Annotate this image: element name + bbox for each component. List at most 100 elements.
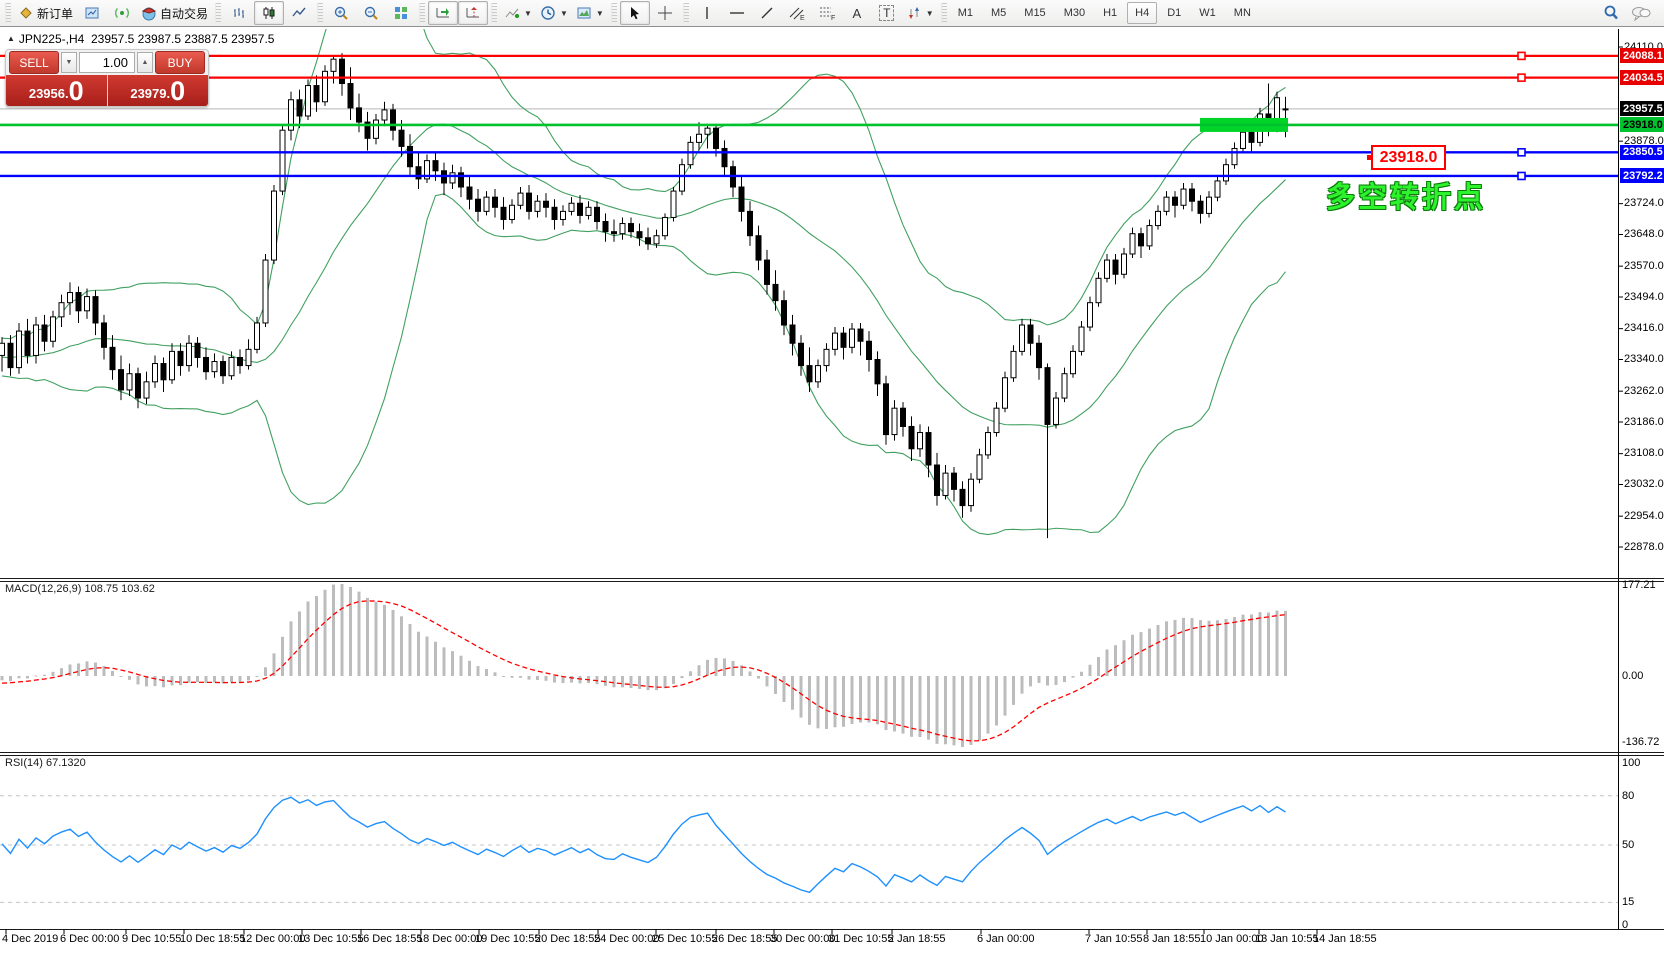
date-label: 25 Dec 10:55	[652, 933, 717, 945]
tab-timeframe-d1[interactable]: D1	[1159, 2, 1189, 24]
hline-handle-icon[interactable]	[1518, 172, 1525, 179]
horizontal-line-button[interactable]	[722, 1, 752, 25]
sell-button[interactable]: SELL	[9, 51, 59, 74]
market-watch-button[interactable]	[77, 1, 107, 25]
line-handle-icon[interactable]	[1367, 155, 1372, 160]
dropdown-arrow-icon: ▼	[524, 9, 532, 18]
price-axis-tick-label: 22878.0	[1624, 541, 1664, 554]
indicators-button[interactable]: ▼	[500, 1, 536, 25]
date-label: 26 Dec 18:55	[712, 933, 777, 945]
tab-timeframe-mn[interactable]: MN	[1226, 2, 1259, 24]
tab-timeframe-m1[interactable]: M1	[950, 2, 981, 24]
tab-timeframe-m5[interactable]: M5	[983, 2, 1014, 24]
price-axis-badge: 23918.0	[1620, 117, 1664, 132]
price-axis-badge: 23850.5	[1620, 145, 1664, 160]
svg-text:E: E	[800, 15, 805, 21]
periods-clock-icon	[540, 5, 556, 21]
tab-timeframe-h1[interactable]: H1	[1095, 2, 1125, 24]
toolbar-grip[interactable]	[419, 3, 425, 23]
price-axis-badge: 24088.1	[1620, 48, 1664, 63]
toolbar-grip[interactable]	[491, 3, 497, 23]
signals-button[interactable]	[107, 1, 137, 25]
text-label-icon: T	[879, 5, 894, 21]
rsi-axis-label: 15	[1622, 896, 1634, 908]
svg-text:F: F	[831, 15, 835, 21]
tab-timeframe-h4[interactable]: H4	[1127, 2, 1157, 24]
tab-timeframe-w1[interactable]: W1	[1191, 2, 1224, 24]
date-label: 24 Dec 00:00	[594, 933, 659, 945]
fibonacci-button[interactable]: F	[812, 1, 842, 25]
chart-shift-button[interactable]	[458, 1, 488, 25]
date-label: 12 Dec 00:00	[240, 933, 305, 945]
price-line-label: 23918.0	[1380, 149, 1438, 167]
toolbar-grip[interactable]	[611, 3, 617, 23]
macd-histogram	[1, 584, 1288, 747]
date-label: 16 Dec 18:55	[357, 933, 422, 945]
date-label: 13 Jan 10:55	[1255, 933, 1319, 945]
crosshair-icon	[657, 5, 673, 21]
volume-decrease-button[interactable]: ▼	[61, 52, 77, 73]
toolbar-grip[interactable]	[941, 3, 947, 23]
hline-handle-icon[interactable]	[1518, 74, 1525, 81]
periods-button[interactable]: ▼	[536, 1, 572, 25]
hline-handle-icon[interactable]	[1518, 52, 1525, 59]
tile-windows-button[interactable]	[386, 1, 416, 25]
buy-button[interactable]: BUY	[155, 51, 205, 74]
rsi-axis-label: 100	[1622, 757, 1640, 769]
chart-window: ▲JPN225-,H4 23957.5 23987.5 23887.5 2395…	[0, 28, 1664, 953]
rsi-indicator-label: RSI(14) 67.1320	[5, 757, 86, 769]
toolbar-grip[interactable]	[5, 3, 11, 23]
dropdown-arrow-icon: ▼	[560, 9, 568, 18]
buy-price[interactable]: 23979.0	[108, 75, 209, 106]
one-click-trading-panel: SELL ▼ 1.00 ▲ BUY 23956.0 23979.0	[5, 49, 209, 107]
date-label: 10 Dec 18:55	[180, 933, 245, 945]
zoom-out-button[interactable]	[356, 1, 386, 25]
tile-windows-icon	[393, 5, 409, 21]
candlestick-chart-icon	[261, 5, 277, 21]
tab-timeframe-m30[interactable]: M30	[1056, 2, 1093, 24]
sell-price[interactable]: 23956.0	[6, 75, 108, 106]
search-icon	[1602, 4, 1620, 22]
volume-increase-button[interactable]: ▲	[137, 52, 153, 73]
candlestick-chart-button[interactable]	[254, 1, 284, 25]
date-label: 8 Jan 18:55	[1143, 933, 1201, 945]
search-button[interactable]	[1596, 1, 1626, 25]
price-axis-tick-label: 23416.0	[1624, 322, 1664, 335]
trendline-button[interactable]	[752, 1, 782, 25]
arrows-button[interactable]: ▼	[902, 1, 938, 25]
macd-pane[interactable]	[1, 584, 1288, 747]
rsi-axis-label: 0	[1622, 919, 1628, 931]
dropdown-arrow-icon: ▼	[926, 9, 934, 18]
cursor-button[interactable]	[620, 1, 650, 25]
toolbar-grip[interactable]	[215, 3, 221, 23]
main-pane[interactable]	[0, 28, 1618, 538]
price-axis-badge: 24034.5	[1620, 70, 1664, 85]
hline-handle-icon[interactable]	[1518, 149, 1525, 156]
price-axis-tick-label: 22954.0	[1624, 510, 1664, 523]
bar-chart-button[interactable]	[224, 1, 254, 25]
annotation-text[interactable]: 多空转折点	[1326, 174, 1486, 216]
price-axis-tick-label: 23108.0	[1624, 447, 1664, 460]
autotrading-label: 自动交易	[160, 5, 208, 22]
buy-price-main: 23979	[130, 84, 166, 104]
zoom-in-button[interactable]	[326, 1, 356, 25]
volume-input[interactable]: 1.00	[79, 52, 135, 73]
auto-scroll-button[interactable]	[428, 1, 458, 25]
chat-button[interactable]	[1626, 1, 1656, 25]
equidistant-channel-button[interactable]: E	[782, 1, 812, 25]
panel-collapse-icon[interactable]: ▲	[7, 34, 15, 43]
line-chart-button[interactable]	[284, 1, 314, 25]
vertical-line-icon	[700, 5, 714, 21]
tab-timeframe-m15[interactable]: M15	[1016, 2, 1053, 24]
rsi-pane[interactable]	[0, 796, 1618, 903]
text-button[interactable]: A	[842, 1, 872, 25]
vertical-line-button[interactable]	[692, 1, 722, 25]
text-label-button[interactable]: T	[872, 1, 902, 25]
toolbar-grip[interactable]	[317, 3, 323, 23]
templates-button[interactable]: ▼	[572, 1, 608, 25]
toolbar-grip[interactable]	[683, 3, 689, 23]
price-line-label-box[interactable]: 23918.0	[1371, 145, 1446, 170]
new-order-button[interactable]: 新订单	[14, 1, 77, 25]
autotrading-button[interactable]: 自动交易	[137, 1, 212, 25]
crosshair-button[interactable]	[650, 1, 680, 25]
